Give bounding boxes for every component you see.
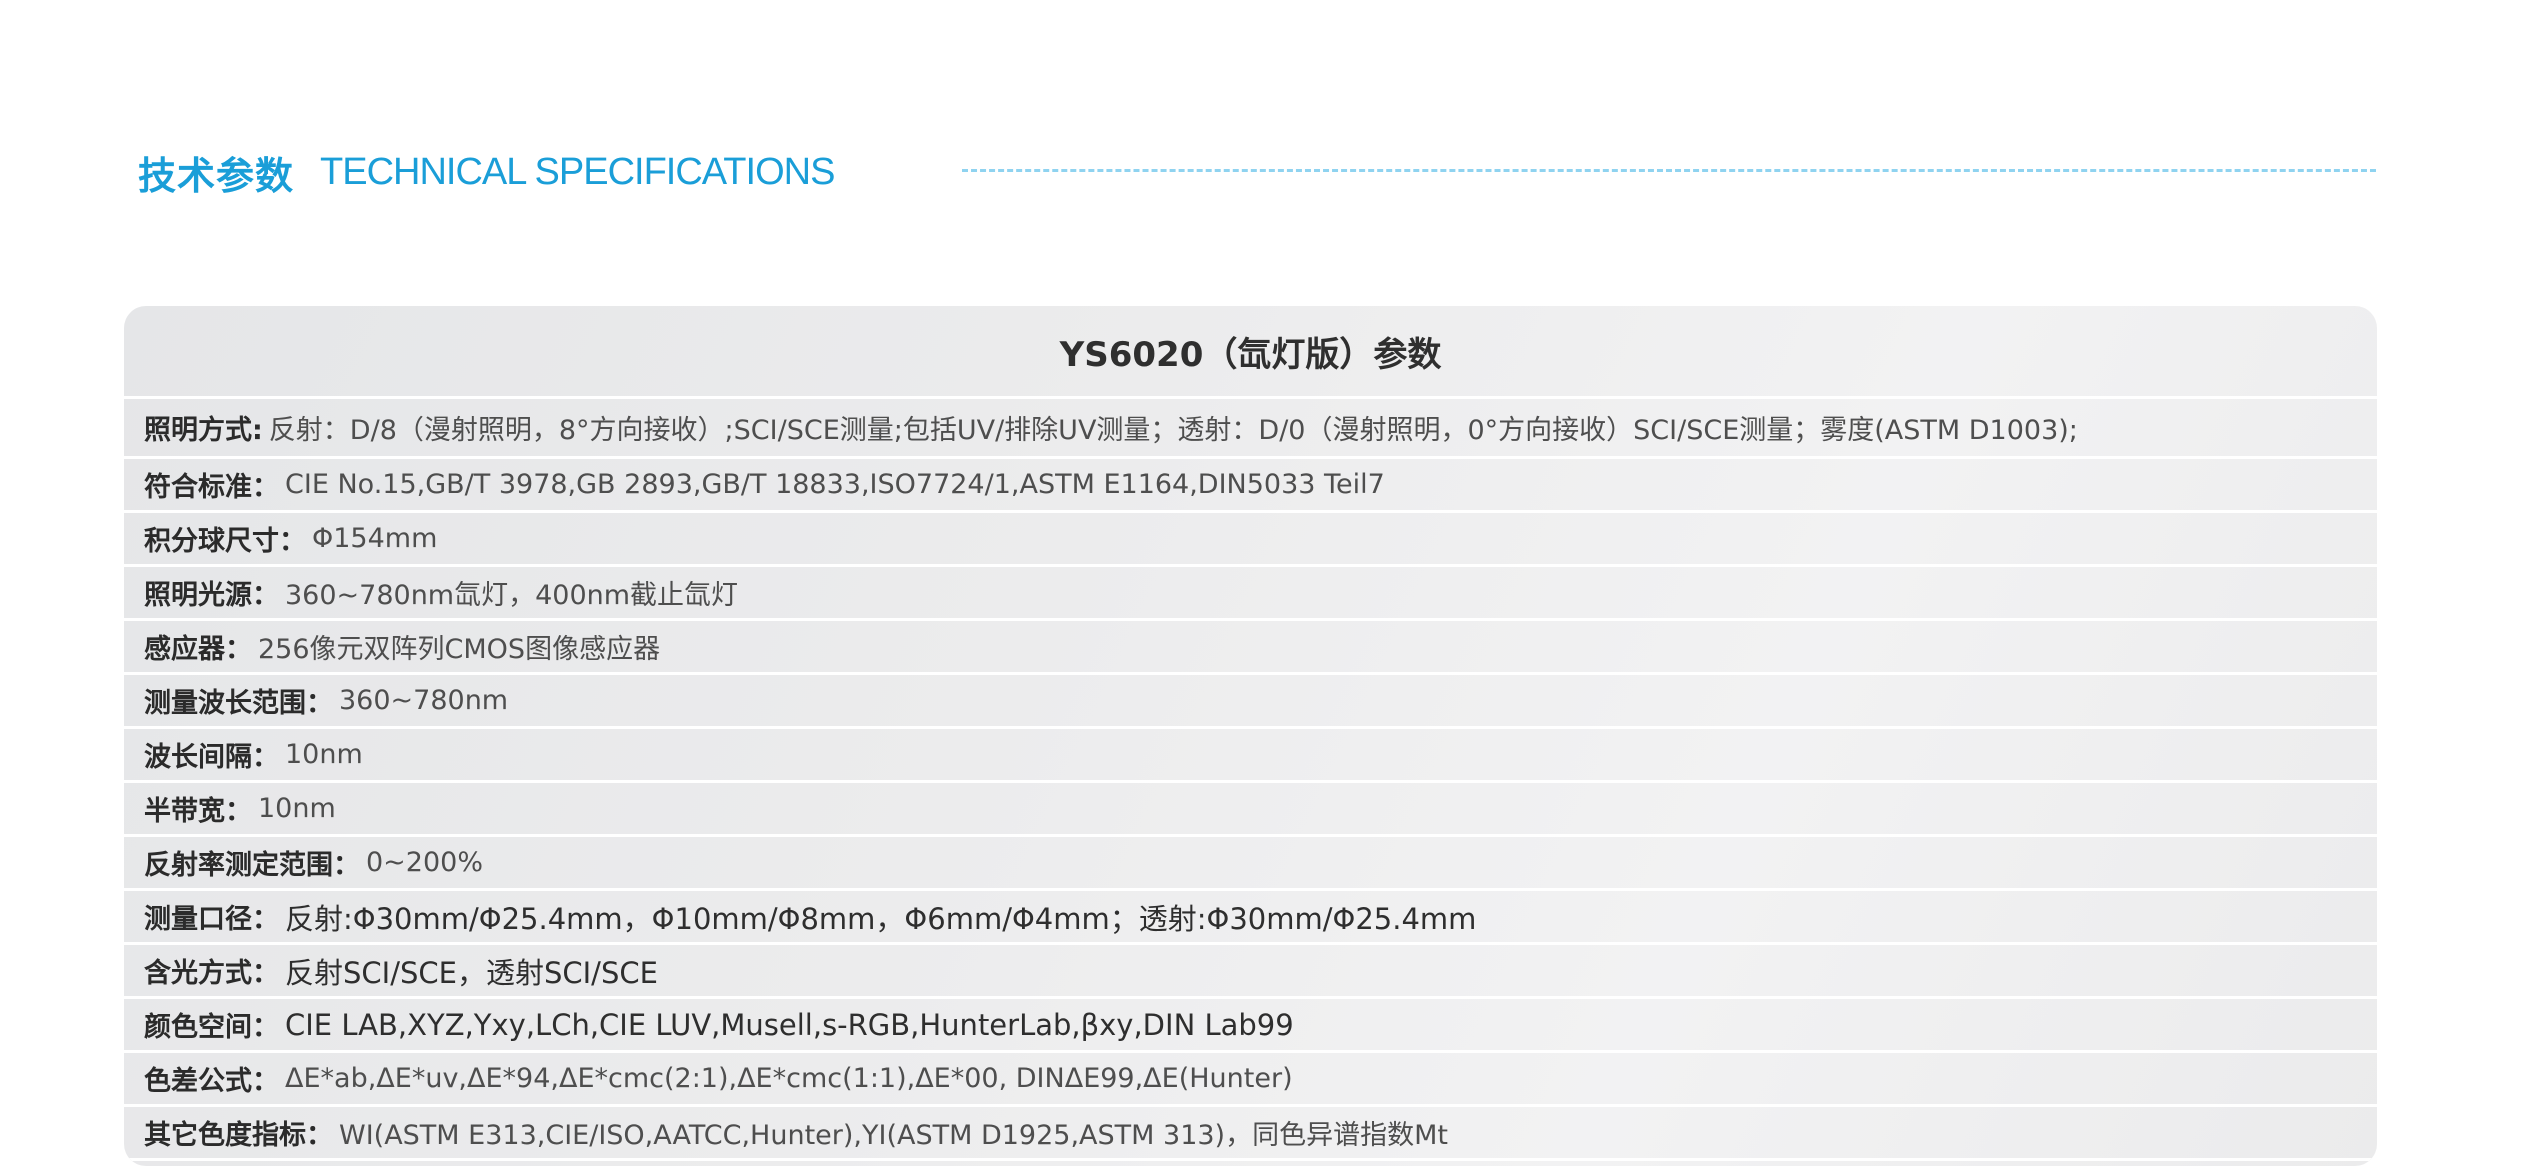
table-row: 测量口径： 反射:Φ30mm/Φ25.4mm，Φ10mm/Φ8mm，Φ6mm/Φ… bbox=[124, 891, 2377, 945]
row-value: WI(ASTM E313,CIE/ISO,AATCC,Hunter),YI(AS… bbox=[339, 1120, 1448, 1151]
row-label: 色差公式： bbox=[144, 1066, 279, 1097]
table-row: 色差公式： ΔE*ab,ΔE*uv,ΔE*94,ΔE*cmc(2:1),ΔE*c… bbox=[124, 1053, 2377, 1107]
spec-table-rows: 照明方式: 反射：D/8（漫射照明，8°方向接收）;SCI/SCE测量;包括UV… bbox=[124, 396, 2377, 1161]
spec-table-card: YS6020（氙灯版）参数 照明方式: 反射：D/8（漫射照明，8°方向接收）;… bbox=[124, 306, 2377, 1166]
section-title-en: TECHNICAL SPECIFICATIONS bbox=[320, 150, 835, 193]
table-row: 其它色度指标： WI(ASTM E313,CIE/ISO,AATCC,Hunte… bbox=[124, 1107, 2377, 1161]
row-label: 感应器： bbox=[144, 634, 252, 665]
table-row: 波长间隔： 10nm bbox=[124, 729, 2377, 783]
row-value: 反射:Φ30mm/Φ25.4mm，Φ10mm/Φ8mm，Φ6mm/Φ4mm；透射… bbox=[285, 901, 1477, 936]
table-row: 反射率测定范围： 0~200% bbox=[124, 837, 2377, 891]
table-row: 测量波长范围： 360~780nm bbox=[124, 675, 2377, 729]
table-row: 符合标准： CIE No.15,GB/T 3978,GB 2893,GB/T 1… bbox=[124, 459, 2377, 513]
row-value: 0~200% bbox=[366, 847, 483, 878]
table-row: 颜色空间： CIE LAB,XYZ,Yxy,LCh,CIE LUV,Musell… bbox=[124, 999, 2377, 1053]
table-row: 照明方式: 反射：D/8（漫射照明，8°方向接收）;SCI/SCE测量;包括UV… bbox=[124, 399, 2377, 459]
row-value: CIE LAB,XYZ,Yxy,LCh,CIE LUV,Musell,s-RGB… bbox=[285, 1007, 1294, 1042]
row-value: 256像元双阵列CMOS图像感应器 bbox=[258, 634, 661, 665]
table-row: 半带宽： 10nm bbox=[124, 783, 2377, 837]
row-label: 照明方式: bbox=[144, 415, 263, 446]
row-label: 测量口径： bbox=[144, 904, 279, 935]
table-row: 照明光源： 360~780nm氙灯，400nm截止氙灯 bbox=[124, 567, 2377, 621]
header-dashed-divider bbox=[962, 169, 2376, 172]
table-row: 积分球尺寸： Φ154mm bbox=[124, 513, 2377, 567]
row-label: 波长间隔： bbox=[144, 742, 279, 773]
row-value: 反射：D/8（漫射照明，8°方向接收）;SCI/SCE测量;包括UV/排除UV测… bbox=[268, 415, 2078, 446]
row-label: 积分球尺寸： bbox=[144, 526, 306, 557]
row-value: 反射SCI/SCE，透射SCI/SCE bbox=[285, 955, 658, 990]
row-value: CIE No.15,GB/T 3978,GB 2893,GB/T 18833,I… bbox=[285, 469, 1385, 500]
row-value: 10nm bbox=[285, 739, 363, 770]
row-value: 360~780nm氙灯，400nm截止氙灯 bbox=[285, 580, 739, 611]
row-label: 半带宽： bbox=[144, 796, 252, 827]
section-header: 技术参数 TECHNICAL SPECIFICATIONS bbox=[138, 142, 835, 202]
row-label: 其它色度指标： bbox=[144, 1120, 333, 1151]
table-row: 含光方式： 反射SCI/SCE，透射SCI/SCE bbox=[124, 945, 2377, 999]
table-row: 感应器： 256像元双阵列CMOS图像感应器 bbox=[124, 621, 2377, 675]
section-title-cn: 技术参数 bbox=[138, 153, 295, 198]
row-label: 含光方式： bbox=[144, 958, 279, 989]
row-label: 反射率测定范围： bbox=[144, 850, 360, 881]
row-label: 颜色空间： bbox=[144, 1012, 279, 1043]
row-label: 符合标准： bbox=[144, 472, 279, 503]
row-value: 360~780nm bbox=[339, 685, 509, 716]
row-label: 照明光源： bbox=[144, 580, 279, 611]
spec-table-title: YS6020（氙灯版）参数 bbox=[1059, 334, 1442, 375]
row-label: 测量波长范围： bbox=[144, 688, 333, 719]
row-value: ΔE*ab,ΔE*uv,ΔE*94,ΔE*cmc(2:1),ΔE*cmc(1:1… bbox=[285, 1063, 1293, 1094]
row-value: Φ154mm bbox=[312, 523, 438, 554]
row-value: 10nm bbox=[258, 793, 336, 824]
